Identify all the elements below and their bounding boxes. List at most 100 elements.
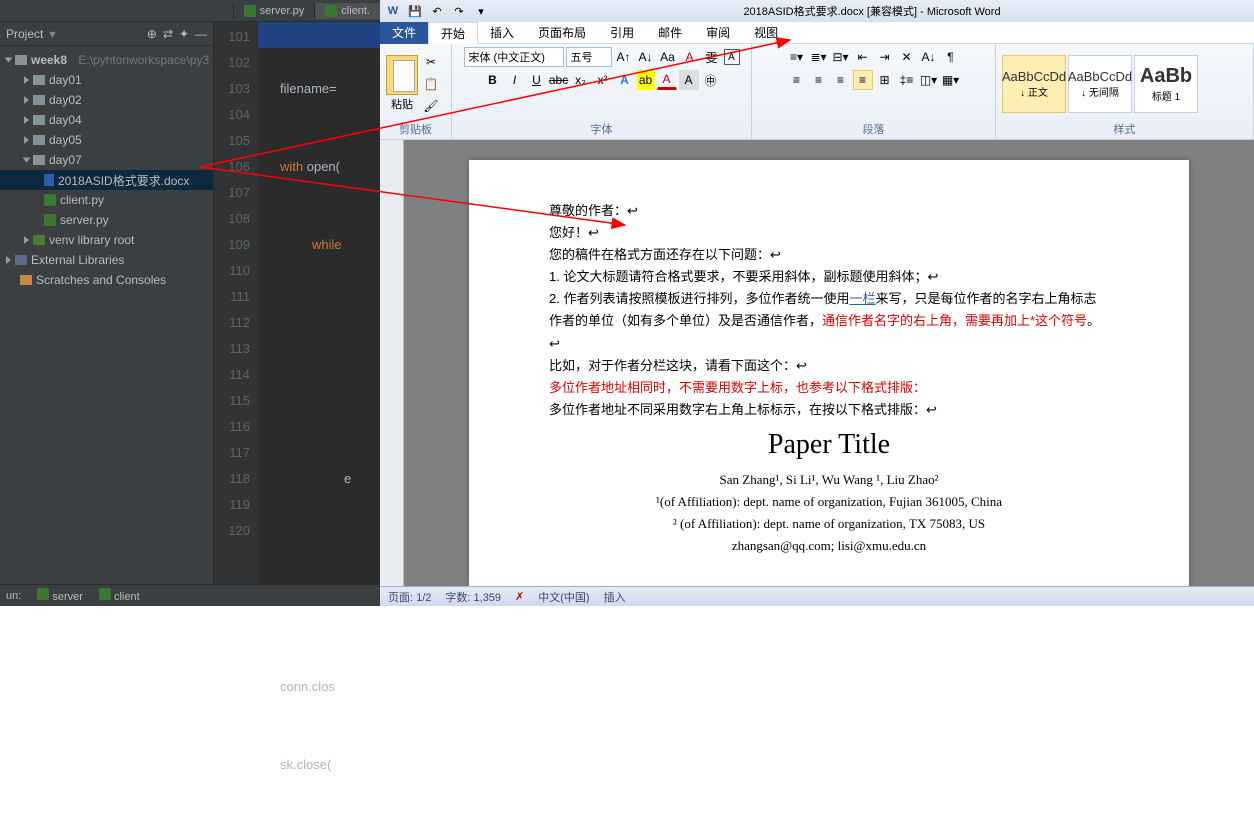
code-editor[interactable]: 1011021031041051061071081091101111121131… bbox=[214, 22, 380, 584]
page[interactable]: 尊敬的作者：↩ 您好！↩ 您的稿件在格式方面还存在以下问题：↩ 1. 论文大标题… bbox=[469, 160, 1189, 586]
numbering-icon[interactable]: ≣▾ bbox=[809, 47, 829, 67]
style-normal[interactable]: AaBbCcDd↓ 正文 bbox=[1002, 55, 1066, 113]
tab-insert[interactable]: 插入 bbox=[478, 22, 526, 44]
paste-button[interactable]: 粘贴 bbox=[386, 55, 418, 112]
justify-icon[interactable]: ≡ bbox=[853, 70, 873, 90]
tab-view[interactable]: 视图 bbox=[742, 22, 790, 44]
increase-indent-icon[interactable]: ⇥ bbox=[875, 47, 895, 67]
tree-root[interactable]: week8 E:\pyhtonworkspace\py3 bbox=[0, 50, 213, 70]
tree-file-docx[interactable]: 2018ASID格式要求.docx bbox=[0, 170, 213, 190]
enclose-char-icon[interactable]: ㊥ bbox=[701, 70, 721, 90]
document-scroll[interactable]: 尊敬的作者：↩ 您好！↩ 您的稿件在格式方面还存在以下问题：↩ 1. 论文大标题… bbox=[404, 140, 1254, 586]
tab-references[interactable]: 引用 bbox=[598, 22, 646, 44]
highlight-icon[interactable]: ab bbox=[637, 70, 655, 90]
tree-folder[interactable]: day01 bbox=[0, 70, 213, 90]
superscript-button[interactable]: x² bbox=[593, 70, 613, 90]
tree-file[interactable]: client.py bbox=[0, 190, 213, 210]
tab-home[interactable]: 开始 bbox=[428, 22, 478, 44]
tree-ext-lib[interactable]: External Libraries bbox=[0, 250, 213, 270]
border-char-icon[interactable]: A bbox=[724, 49, 740, 65]
qat-more-icon[interactable]: ▾ bbox=[472, 2, 490, 20]
change-case-icon[interactable]: Aa bbox=[658, 47, 678, 67]
document-title: 2018ASID格式要求.docx [兼容模式] - Microsoft Wor… bbox=[743, 3, 1000, 19]
subscript-button[interactable]: x₂ bbox=[571, 70, 591, 90]
tree-folder[interactable]: day07 bbox=[0, 150, 213, 170]
vertical-ruler[interactable] bbox=[380, 140, 404, 586]
tree-folder[interactable]: day02 bbox=[0, 90, 213, 110]
strike-button[interactable]: abc bbox=[549, 70, 569, 90]
line-spacing-icon[interactable]: ‡≡ bbox=[897, 70, 917, 90]
collapse-icon[interactable]: ⊕ bbox=[147, 27, 157, 41]
doc-text: 您的稿件在格式方面还存在以下问题：↩ bbox=[549, 244, 1109, 266]
bold-button[interactable]: B bbox=[483, 70, 503, 90]
font-size-combo[interactable]: 五号 bbox=[566, 47, 612, 67]
distribute-icon[interactable]: ⊞ bbox=[875, 70, 895, 90]
shading-icon[interactable]: ◫▾ bbox=[919, 70, 939, 90]
decrease-indent-icon[interactable]: ⇤ bbox=[853, 47, 873, 67]
editor-tab-server[interactable]: server.py bbox=[233, 3, 315, 19]
font-name-combo[interactable]: 宋体 (中文正文) bbox=[464, 47, 564, 67]
bullets-icon[interactable]: ≡▾ bbox=[787, 47, 807, 67]
text-effects-icon[interactable]: A bbox=[615, 70, 635, 90]
save-icon[interactable]: 💾 bbox=[406, 2, 424, 20]
tab-file[interactable]: 文件 bbox=[380, 22, 428, 44]
paper-authors: San Zhang¹, Si Li¹, Wu Wang ¹, Liu Zhao² bbox=[549, 469, 1109, 491]
run-config-client[interactable]: client bbox=[99, 588, 140, 603]
settings-icon[interactable]: ⇄ bbox=[163, 27, 173, 41]
word-titlebar: W 💾 ↶ ↷ ▾ 2018ASID格式要求.docx [兼容模式] - Mic… bbox=[380, 0, 1254, 22]
paper-email: zhangsan@qq.com; lisi@xmu.edu.cn bbox=[549, 535, 1109, 557]
show-marks-icon[interactable]: ¶ bbox=[941, 47, 961, 67]
underline-button[interactable]: U bbox=[527, 70, 547, 90]
grow-font-icon[interactable]: A↑ bbox=[614, 47, 634, 67]
paper-aff1: ¹(of Affiliation): dept. name of organiz… bbox=[549, 491, 1109, 513]
run-config-server[interactable]: server bbox=[37, 588, 83, 603]
doc-text: 您好！↩ bbox=[549, 222, 1109, 244]
clear-format-icon[interactable]: A bbox=[680, 47, 700, 67]
format-painter-icon[interactable]: 🖌 bbox=[421, 96, 441, 116]
doc-text: 比如，对于作者分栏这块，请看下面这个：↩ bbox=[549, 355, 1109, 377]
align-left-icon[interactable]: ≡ bbox=[787, 70, 807, 90]
tree-file[interactable]: server.py bbox=[0, 210, 213, 230]
undo-icon[interactable]: ↶ bbox=[428, 2, 446, 20]
status-insert[interactable]: 插入 bbox=[604, 589, 626, 605]
align-center-icon[interactable]: ≡ bbox=[809, 70, 829, 90]
tree-venv[interactable]: venv library root bbox=[0, 230, 213, 250]
copy-icon[interactable]: 📋 bbox=[421, 74, 441, 94]
cut-icon[interactable]: ✂ bbox=[421, 52, 441, 72]
char-shading-icon[interactable]: A bbox=[679, 70, 699, 90]
doc-text: 多位作者地址相同时，不需要用数字上标，也参考以下格式排版： bbox=[549, 377, 1109, 399]
style-nospacing[interactable]: AaBbCcDd↓ 无间隔 bbox=[1068, 55, 1132, 113]
gear-icon[interactable]: ✦ bbox=[179, 27, 189, 41]
borders-icon[interactable]: ▦▾ bbox=[941, 70, 961, 90]
font-color-icon[interactable]: A bbox=[657, 70, 677, 90]
word-statusbar: 页面: 1/2 字数: 1,359 ✗ 中文(中国) 插入 bbox=[380, 586, 1254, 606]
ribbon: 粘贴 ✂ 📋 🖌 剪贴板 宋体 (中文正文) 五号 A↑ A↓ Aa A bbox=[380, 44, 1254, 140]
tab-layout[interactable]: 页面布局 bbox=[526, 22, 598, 44]
ide-tab-bar: server.py client. bbox=[0, 0, 380, 22]
word-icon[interactable]: W bbox=[384, 2, 402, 20]
multilevel-icon[interactable]: ⊟▾ bbox=[831, 47, 851, 67]
italic-button[interactable]: I bbox=[505, 70, 525, 90]
align-right-icon[interactable]: ≡ bbox=[831, 70, 851, 90]
redo-icon[interactable]: ↷ bbox=[450, 2, 468, 20]
tree-scratches[interactable]: Scratches and Consoles bbox=[0, 270, 213, 290]
hide-icon[interactable]: — bbox=[195, 27, 207, 41]
paper-title: Paper Title bbox=[549, 421, 1109, 469]
tab-review[interactable]: 审阅 bbox=[694, 22, 742, 44]
tree-folder[interactable]: day05 bbox=[0, 130, 213, 150]
style-heading1[interactable]: AaBb标题 1 bbox=[1134, 55, 1198, 113]
status-page[interactable]: 页面: 1/2 bbox=[388, 589, 431, 605]
status-proof-icon[interactable]: ✗ bbox=[515, 590, 524, 603]
asian-layout-icon[interactable]: ✕ bbox=[897, 47, 917, 67]
clipboard-icon bbox=[386, 55, 418, 95]
sort-icon[interactable]: A↓ bbox=[919, 47, 939, 67]
editor-tab-client[interactable]: client. bbox=[314, 3, 380, 19]
tab-mailings[interactable]: 邮件 bbox=[646, 22, 694, 44]
doc-text: 1. 论文大标题请符合格式要求，不要采用斜体，副标题使用斜体；↩ bbox=[549, 266, 1109, 288]
status-words[interactable]: 字数: 1,359 bbox=[445, 589, 501, 605]
status-lang[interactable]: 中文(中国) bbox=[538, 589, 589, 605]
python-icon bbox=[244, 5, 256, 17]
tree-folder[interactable]: day04 bbox=[0, 110, 213, 130]
shrink-font-icon[interactable]: A↓ bbox=[636, 47, 656, 67]
phonetic-icon[interactable]: 雯 bbox=[702, 47, 722, 67]
